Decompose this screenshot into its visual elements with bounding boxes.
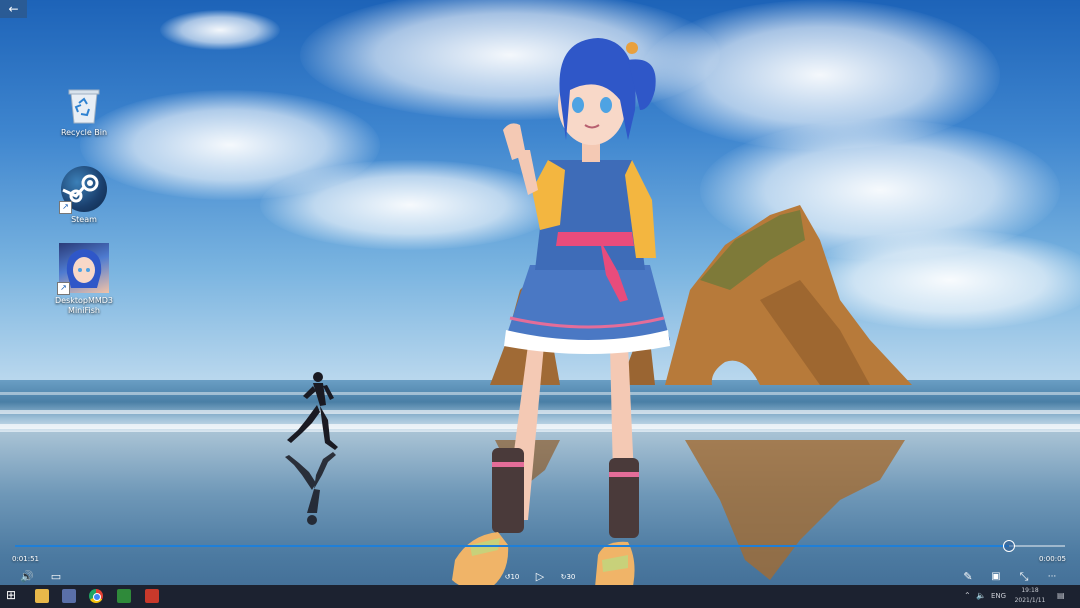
- taskbar-app-file-explorer[interactable]: [35, 589, 49, 603]
- desktop-wallpaper: [0, 0, 1080, 608]
- volume-icon: 🔊: [20, 570, 34, 583]
- runner-silhouette: [287, 372, 338, 450]
- recycle-bin-icon: [67, 85, 101, 125]
- fullscreen-button[interactable]: ⤡: [1014, 570, 1034, 584]
- desktop-icon-label: Steam: [71, 215, 97, 224]
- play-button[interactable]: ▷: [530, 570, 550, 584]
- rewind-seconds-label: 10: [510, 573, 520, 581]
- remaining-time: 0:00:05: [1039, 555, 1066, 563]
- tray-clock-time[interactable]: 19:18: [1012, 587, 1048, 594]
- more-icon: ···: [1047, 572, 1057, 582]
- subtitles-icon: ▭: [50, 570, 62, 583]
- miniplayer-icon: ▣: [991, 571, 1001, 582]
- rewind-10-button[interactable]: ↺10: [502, 570, 522, 584]
- desktop-icon-label: DesktopMMD3 MiniFish: [54, 296, 114, 315]
- tray-overflow-chevron[interactable]: ⌃: [964, 591, 971, 600]
- more-options-button[interactable]: ···: [1042, 570, 1062, 584]
- desktop-icon-label: Recycle Bin: [60, 128, 108, 137]
- forward-30-button[interactable]: ↻30: [558, 570, 578, 584]
- forward-seconds-label: 30: [566, 573, 576, 581]
- rock-reflection: [685, 440, 905, 580]
- scenery-art: [285, 38, 912, 603]
- start-button[interactable]: ⊞: [6, 588, 16, 602]
- steam-icon: ↗: [59, 166, 107, 214]
- speaker-icon: 🔈: [976, 591, 986, 600]
- fullscreen-icon: ⤡: [1019, 570, 1029, 583]
- taskbar-app-green[interactable]: [117, 589, 131, 603]
- desktop-icon-recycle-bin[interactable]: Recycle Bin: [49, 85, 119, 138]
- tray-language[interactable]: ENG: [991, 592, 1006, 600]
- back-button[interactable]: ←: [0, 0, 27, 18]
- back-arrow-icon: ←: [8, 2, 19, 16]
- desktop-icon-desktopmmd[interactable]: ↗ DesktopMMD3 MiniFish: [49, 243, 119, 316]
- miniplayer-button[interactable]: ▣: [986, 570, 1006, 584]
- elapsed-time: 0:01:51: [12, 555, 39, 563]
- seek-bar-progress: [15, 545, 1010, 547]
- shortcut-arrow-icon: ↗: [57, 282, 70, 295]
- shortcut-arrow-icon: ↗: [59, 201, 72, 214]
- desktop-icon-steam[interactable]: ↗ Steam: [49, 166, 119, 225]
- seek-bar[interactable]: [15, 540, 1065, 552]
- edit-button[interactable]: ✎: [958, 570, 978, 584]
- action-center-button[interactable]: ▤: [1057, 591, 1065, 600]
- windows-logo-icon: ⊞: [6, 588, 17, 602]
- pencil-icon: ✎: [963, 570, 973, 583]
- tray-volume[interactable]: 🔈: [976, 591, 986, 600]
- desktopmmd-icon: ↗: [57, 243, 109, 295]
- volume-button[interactable]: 🔊: [17, 570, 37, 584]
- taskbar-app-desktopmmd[interactable]: [62, 589, 76, 603]
- chevron-up-icon: ⌃: [964, 591, 971, 600]
- notification-icon: ▤: [1057, 591, 1065, 600]
- subtitles-button[interactable]: ▭: [46, 570, 66, 584]
- tray-clock-date[interactable]: 2021/1/11: [1009, 597, 1051, 604]
- taskbar-app-chrome[interactable]: [89, 589, 103, 603]
- play-icon: ▷: [535, 570, 545, 583]
- taskbar: ⊞ ⌃ 🔈 ENG 19:18 2021/1/11 ▤: [0, 585, 1080, 608]
- runner-reflection: [285, 452, 336, 525]
- taskbar-app-red[interactable]: [145, 589, 159, 603]
- anime-character: [452, 38, 670, 603]
